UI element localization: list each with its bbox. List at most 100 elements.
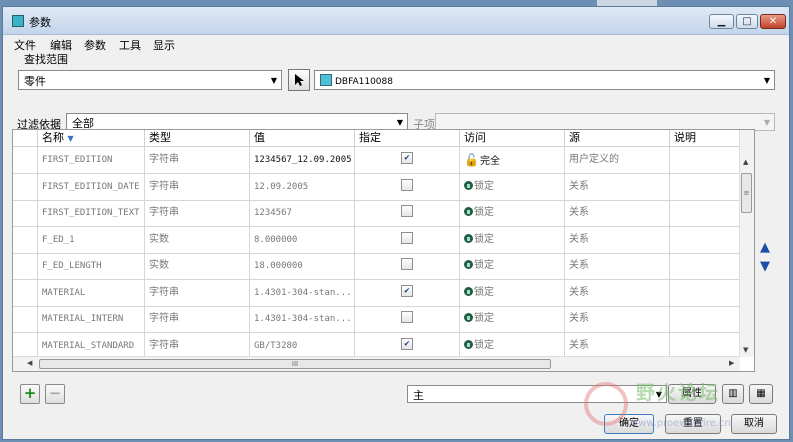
vertical-scrollbar[interactable]: ▲ ≡ ▼ bbox=[739, 130, 754, 357]
col-header-name[interactable]: 名称 ▼ bbox=[37, 130, 144, 146]
table-row[interactable]: F_ED_LENGTH 实数 18.000000 锁定 关系 bbox=[13, 253, 740, 280]
scroll-up-icon[interactable]: ▲ bbox=[743, 158, 748, 166]
access-cell[interactable]: 锁定 bbox=[459, 200, 564, 226]
maximize-button[interactable]: □ bbox=[736, 14, 758, 29]
desc-cell[interactable] bbox=[669, 332, 742, 359]
designated-checkbox[interactable] bbox=[401, 205, 413, 217]
select-pointer-button[interactable] bbox=[288, 69, 310, 91]
row-header[interactable] bbox=[13, 174, 37, 200]
row-header[interactable] bbox=[13, 280, 37, 306]
source-cell[interactable]: 关系 bbox=[564, 226, 669, 253]
value-cell[interactable]: 1.4301-304-stan... bbox=[249, 279, 354, 306]
row-header[interactable] bbox=[13, 306, 37, 332]
main-set-dropdown[interactable]: 主 ▼ bbox=[407, 385, 667, 403]
table-layout-button[interactable]: ▥ bbox=[722, 384, 744, 404]
source-cell[interactable]: 关系 bbox=[564, 332, 669, 359]
move-down-arrow-icon[interactable]: ▼ bbox=[760, 259, 770, 274]
properties-button[interactable]: 属性 bbox=[668, 384, 716, 404]
access-cell[interactable]: 锁定 bbox=[459, 332, 564, 359]
source-cell[interactable]: 关系 bbox=[564, 279, 669, 306]
desc-cell[interactable] bbox=[669, 173, 742, 200]
col-header-source[interactable]: 源 bbox=[564, 130, 669, 146]
desc-cell[interactable] bbox=[669, 200, 742, 226]
designated-cell[interactable] bbox=[354, 253, 459, 279]
menu-parameters[interactable]: 参数 bbox=[84, 37, 106, 53]
remove-parameter-button[interactable]: − bbox=[45, 384, 65, 404]
source-cell[interactable]: 关系 bbox=[564, 200, 669, 226]
source-cell[interactable]: 关系 bbox=[564, 306, 669, 332]
col-header-value[interactable]: 值 bbox=[249, 130, 354, 146]
reset-button[interactable]: 重置 bbox=[665, 414, 721, 434]
cancel-button[interactable]: 取消 bbox=[731, 414, 777, 434]
name-cell[interactable]: F_ED_LENGTH bbox=[37, 253, 144, 279]
scroll-left-icon[interactable]: ◀ bbox=[27, 359, 32, 367]
access-cell[interactable]: 锁定 bbox=[459, 279, 564, 306]
designated-cell[interactable] bbox=[354, 200, 459, 226]
model-dropdown[interactable]: DBFA110088 ▼ bbox=[314, 70, 775, 90]
designated-cell[interactable] bbox=[354, 306, 459, 332]
designated-cell[interactable]: ✔ bbox=[354, 279, 459, 306]
value-cell[interactable]: 1234567_12.09.2005 bbox=[249, 147, 354, 173]
desc-cell[interactable] bbox=[669, 253, 742, 279]
close-button[interactable]: ✕ bbox=[760, 14, 786, 29]
value-cell[interactable]: GB/T3280 bbox=[249, 332, 354, 359]
desc-cell[interactable] bbox=[669, 306, 742, 332]
name-cell[interactable]: FIRST_EDITION bbox=[37, 147, 144, 173]
designated-checkbox[interactable] bbox=[401, 178, 413, 191]
designated-cell[interactable] bbox=[354, 173, 459, 200]
name-cell[interactable]: MATERIAL bbox=[37, 279, 144, 306]
access-cell[interactable]: 锁定 bbox=[459, 253, 564, 279]
designated-checkbox[interactable]: ✔ bbox=[401, 337, 413, 350]
type-cell[interactable]: 实数 bbox=[144, 226, 249, 253]
name-cell[interactable]: MATERIAL_INTERN bbox=[37, 306, 144, 332]
horizontal-scroll-thumb[interactable]: III bbox=[39, 359, 551, 369]
desc-cell[interactable] bbox=[669, 147, 742, 173]
table-row[interactable]: MATERIAL_INTERN 字符串 1.4301-304-stan... 锁定 关系 bbox=[13, 306, 740, 333]
access-cell[interactable]: 🔓完全 bbox=[459, 147, 564, 173]
value-cell[interactable]: 18.000000 bbox=[249, 253, 354, 279]
col-header-description[interactable]: 说明 bbox=[669, 130, 742, 146]
designated-checkbox[interactable]: ✔ bbox=[401, 152, 413, 164]
col-header-designated[interactable]: 指定 bbox=[354, 130, 459, 146]
row-header[interactable] bbox=[13, 227, 37, 253]
source-cell[interactable]: 关系 bbox=[564, 173, 669, 200]
name-cell[interactable]: FIRST_EDITION_TEXT bbox=[37, 200, 144, 226]
row-header[interactable] bbox=[13, 200, 37, 226]
designated-checkbox[interactable] bbox=[401, 258, 413, 270]
scroll-right-icon[interactable]: ▶ bbox=[729, 359, 734, 367]
designated-cell[interactable]: ✔ bbox=[354, 147, 459, 173]
table-row[interactable]: F_ED_1 实数 8.000000 锁定 关系 bbox=[13, 226, 742, 254]
source-cell[interactable]: 用户定义的 bbox=[564, 147, 669, 173]
ok-button[interactable]: 确定 bbox=[604, 414, 654, 434]
menu-tools[interactable]: 工具 bbox=[119, 37, 141, 53]
source-cell[interactable]: 关系 bbox=[564, 253, 669, 279]
add-parameter-button[interactable]: + bbox=[20, 384, 40, 404]
value-cell[interactable]: 8.000000 bbox=[249, 226, 354, 253]
table-row[interactable]: FIRST_EDITION_TEXT 字符串 1234567 锁定 关系 bbox=[13, 200, 740, 227]
vertical-scroll-thumb[interactable]: ≡ bbox=[741, 173, 752, 213]
scope-type-dropdown[interactable]: 零件 ▼ bbox=[18, 70, 282, 90]
col-header-access[interactable]: 访问 bbox=[459, 130, 564, 146]
type-cell[interactable]: 字符串 bbox=[144, 173, 249, 200]
menu-display[interactable]: 显示 bbox=[153, 37, 175, 53]
move-up-arrow-icon[interactable]: ▲ bbox=[760, 240, 770, 255]
scroll-down-icon[interactable]: ▼ bbox=[743, 346, 748, 354]
horizontal-scrollbar[interactable]: ◀ III ▶ bbox=[13, 356, 740, 371]
desc-cell[interactable] bbox=[669, 226, 742, 253]
table-row[interactable]: FIRST_EDITION 字符串 1234567_12.09.2005 ✔ 🔓完全 用户… bbox=[13, 147, 740, 174]
designated-checkbox[interactable] bbox=[401, 311, 413, 323]
minimize-button[interactable]: ▁ bbox=[709, 14, 734, 29]
col-header-type[interactable]: 类型 bbox=[144, 130, 249, 146]
name-cell[interactable]: FIRST_EDITION_DATE bbox=[37, 173, 144, 200]
value-cell[interactable]: 12.09.2005 bbox=[249, 173, 354, 200]
value-cell[interactable]: 1.4301-304-stan... bbox=[249, 306, 354, 332]
type-cell[interactable]: 字符串 bbox=[144, 147, 249, 173]
table-row[interactable]: MATERIAL 字符串 1.4301-304-stan... ✔ 锁定 关系 bbox=[13, 279, 740, 307]
table-export-button[interactable]: ▦ bbox=[749, 384, 773, 404]
row-header[interactable] bbox=[13, 333, 37, 359]
designated-cell[interactable]: ✔ bbox=[354, 332, 459, 359]
value-cell[interactable]: 1234567 bbox=[249, 200, 354, 226]
type-cell[interactable]: 字符串 bbox=[144, 332, 249, 359]
type-cell[interactable]: 字符串 bbox=[144, 279, 249, 306]
table-row[interactable]: FIRST_EDITION_DATE 字符串 12.09.2005 锁定 关系 bbox=[13, 173, 742, 201]
